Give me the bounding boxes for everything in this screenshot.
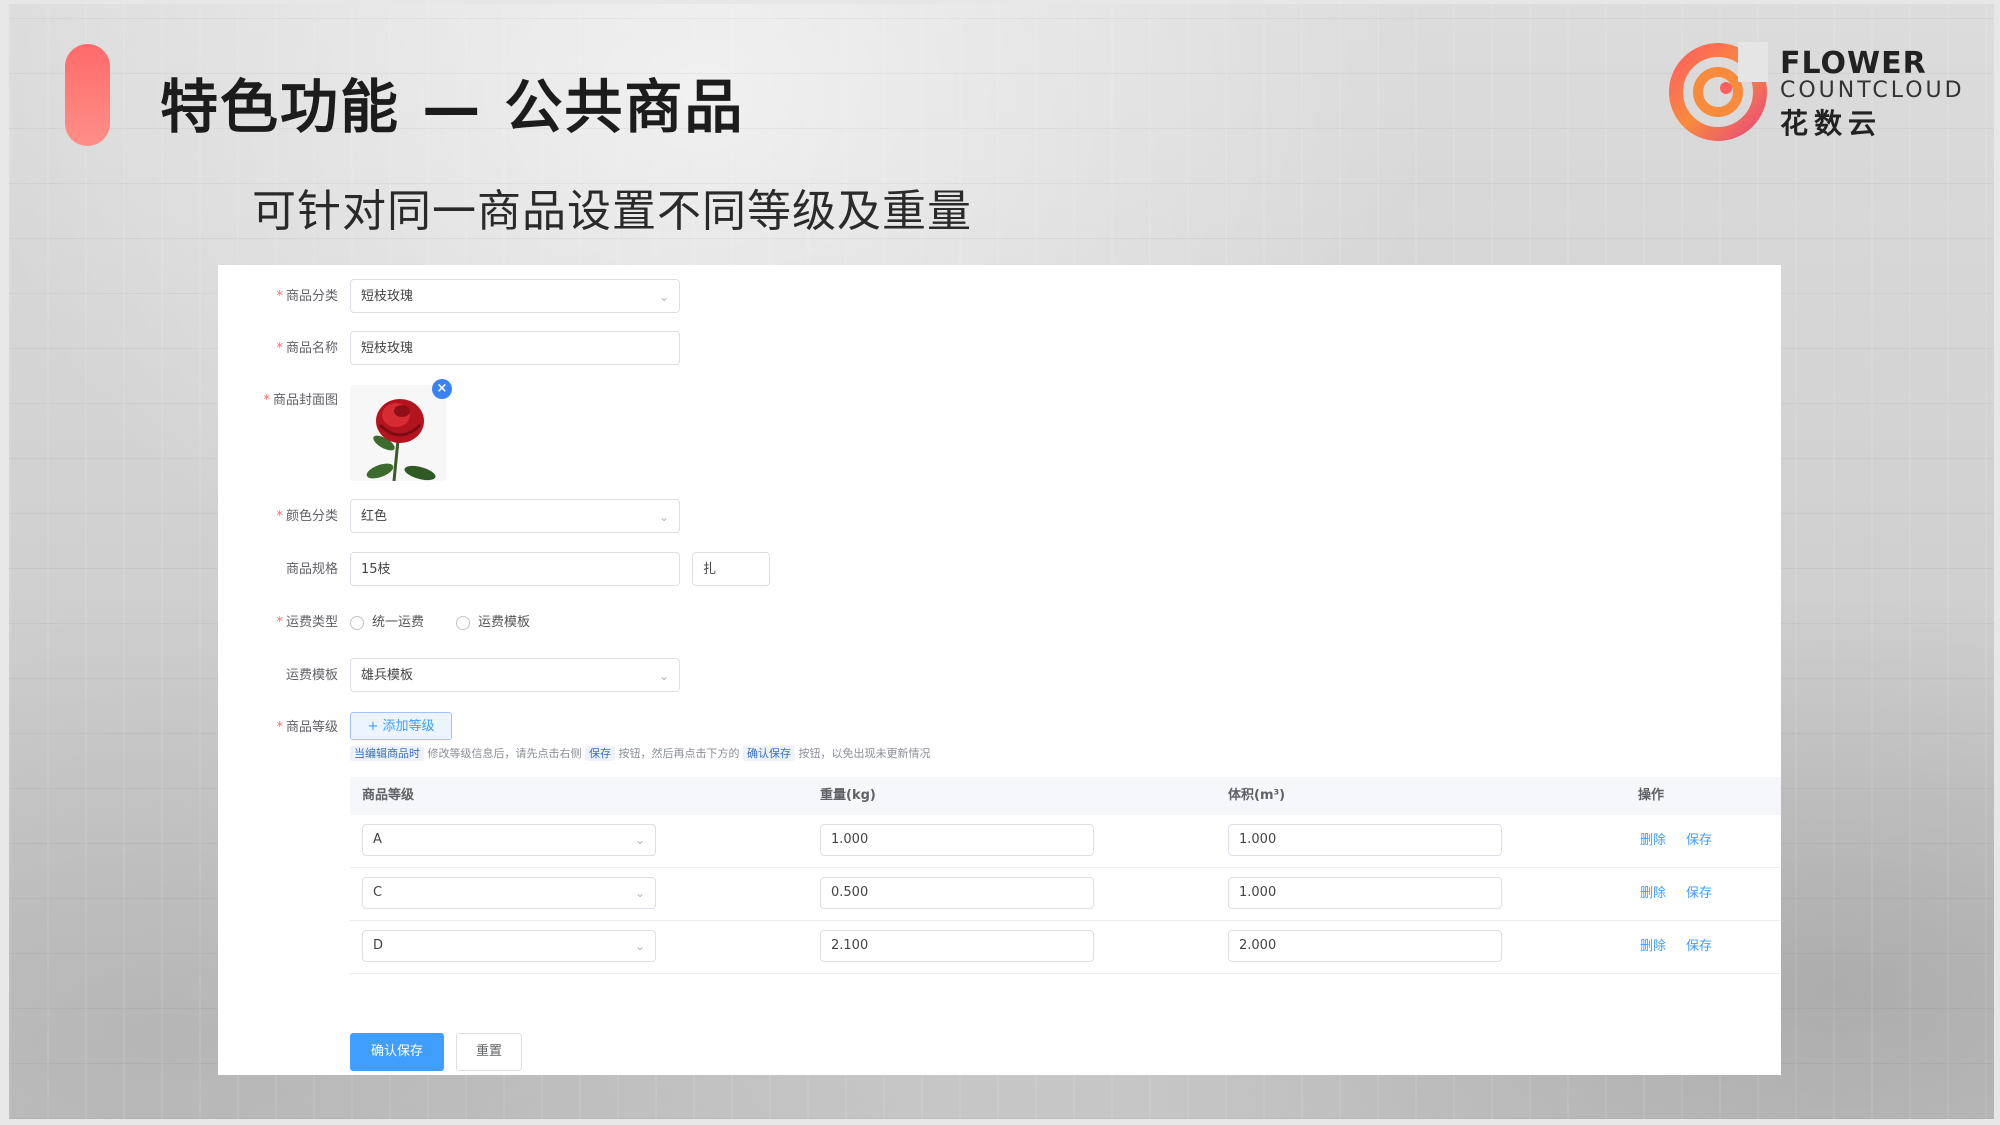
hint-text: 按钮，以免出现未更新情况: [798, 747, 931, 760]
hint-text: 修改等级信息后，请先点击右侧: [427, 747, 582, 760]
reset-button[interactable]: 重置: [456, 1033, 522, 1071]
rose-image-icon: [350, 385, 446, 481]
volume-input[interactable]: 1.000: [1228, 824, 1502, 856]
color-label: * 颜色分类: [218, 499, 338, 535]
hint-tag: 确认保存: [743, 746, 795, 761]
chevron-down-icon: ⌄: [658, 669, 669, 683]
delete-link[interactable]: 删除: [1640, 921, 1666, 973]
add-grade-button[interactable]: + 添加等级: [350, 712, 452, 740]
spec-unit-input[interactable]: 扎: [692, 552, 770, 586]
cover-label: * 商品封面图: [218, 383, 338, 419]
confirm-save-button[interactable]: 确认保存: [350, 1033, 444, 1071]
category-select-value: 短枝玫瑰: [361, 289, 414, 304]
column-header-volume: 体积(m³): [1228, 788, 1286, 803]
color-select[interactable]: 红色 ⌄: [350, 499, 680, 533]
chevron-down-icon: ⌄: [634, 886, 645, 900]
required-mark: *: [276, 289, 283, 304]
product-name-input[interactable]: 短枝玫瑰: [350, 331, 680, 365]
shipping-type-label-text: 运费类型: [285, 615, 338, 630]
color-label-text: 颜色分类: [285, 509, 338, 524]
close-icon[interactable]: ×: [432, 379, 452, 399]
cover-label-text: 商品封面图: [272, 393, 338, 408]
weight-input[interactable]: 1.000: [820, 824, 1094, 856]
required-mark: *: [276, 341, 283, 356]
grade-select-value: C: [373, 885, 383, 900]
form-row-color: * 颜色分类 红色 ⌄: [218, 499, 1781, 535]
category-select[interactable]: 短枝玫瑰 ⌄: [350, 279, 680, 313]
slide-subtitle: 可针对同一商品设置不同等级及重量: [252, 186, 972, 237]
grade-label-text: 商品等级: [285, 720, 338, 735]
cover-image[interactable]: [350, 385, 446, 481]
column-header-grade: 商品等级: [362, 788, 415, 803]
radio-uniform-label: 统一运费: [372, 615, 425, 630]
weight-input[interactable]: 0.500: [820, 877, 1094, 909]
radio-circle-icon: [350, 615, 364, 630]
save-link[interactable]: 保存: [1686, 921, 1712, 973]
table-header: 商品等级 重量(kg) 体积(m³) 操作: [350, 777, 1781, 815]
color-select-value: 红色: [361, 509, 388, 524]
form-row-shipping-type: * 运费类型 统一运费 运费模板: [218, 605, 1781, 641]
chevron-down-icon: ⌄: [634, 939, 645, 953]
chevron-down-icon: ⌄: [658, 510, 669, 524]
required-mark: *: [276, 615, 283, 630]
spec-label: 商品规格: [285, 562, 338, 577]
hint-text: 按钮，然后再点击下方的: [618, 747, 740, 760]
grade-select-value: D: [373, 938, 384, 953]
radio-circle-icon: [456, 615, 470, 630]
category-label-text: 商品分类: [285, 289, 338, 304]
grade-select-value: A: [373, 832, 382, 847]
grade-hint: 当编辑商品时 修改等级信息后，请先点击右侧 保存 按钮，然后再点击下方的 确认保…: [350, 745, 931, 761]
required-mark: *: [263, 393, 270, 408]
grade-table: 商品等级 重量(kg) 体积(m³) 操作 A ⌄ 1.000 1.000 删除…: [350, 777, 1781, 974]
delete-link[interactable]: 删除: [1640, 815, 1666, 867]
form-row-name: * 商品名称 短枝玫瑰: [218, 331, 1781, 367]
table-row: D ⌄ 2.100 2.000 删除 保存: [350, 921, 1781, 974]
column-header-weight: 重量(kg): [820, 788, 876, 803]
grade-select[interactable]: A ⌄: [362, 824, 656, 856]
save-link[interactable]: 保存: [1686, 815, 1712, 867]
name-label-text: 商品名称: [285, 341, 338, 356]
hint-tag: 保存: [585, 746, 615, 761]
radio-template-shipping[interactable]: 运费模板: [456, 605, 530, 641]
title-accent-bar: [65, 44, 110, 146]
grade-select[interactable]: C ⌄: [362, 877, 656, 909]
required-mark: *: [276, 509, 283, 524]
table-row: A ⌄ 1.000 1.000 删除 保存: [350, 815, 1781, 868]
product-form-panel: * 商品分类 短枝玫瑰 ⌄ * 商品名称 短枝玫瑰 * 商品封面图 × * 颜色…: [218, 265, 1781, 1075]
spec-input[interactable]: 15枝: [350, 552, 680, 586]
name-label: * 商品名称: [218, 331, 338, 367]
logo-text-countcloud: COUNTCLOUD: [1780, 78, 1965, 103]
brand-logo: FLOWER COUNTCLOUD 花数云: [1668, 42, 1962, 142]
radio-uniform-shipping[interactable]: 统一运费: [350, 605, 424, 641]
chevron-down-icon: ⌄: [634, 833, 645, 847]
chevron-down-icon: ⌄: [658, 290, 669, 304]
form-row-category: * 商品分类 短枝玫瑰 ⌄: [218, 279, 1781, 315]
shipping-template-label: 运费模板: [285, 668, 338, 683]
shipping-template-value: 雄兵模板: [361, 668, 414, 683]
form-row-grade: * 商品等级 + 添加等级: [218, 710, 1781, 746]
shipping-template-select[interactable]: 雄兵模板 ⌄: [350, 658, 680, 692]
form-row-spec: 商品规格 15枝 扎: [218, 552, 1781, 588]
table-row: C ⌄ 0.500 1.000 删除 保存: [350, 868, 1781, 921]
category-label: * 商品分类: [218, 279, 338, 315]
volume-input[interactable]: 1.000: [1228, 877, 1502, 909]
grade-select[interactable]: D ⌄: [362, 930, 656, 962]
delete-link[interactable]: 删除: [1640, 868, 1666, 920]
form-row-shipping-template: 运费模板 雄兵模板 ⌄: [218, 658, 1781, 694]
slide-title: 特色功能 — 公共商品: [160, 73, 745, 141]
weight-input[interactable]: 2.100: [820, 930, 1094, 962]
swirl-logo-icon: [1669, 42, 1768, 141]
logo-text-chinese: 花数云: [1780, 107, 1883, 140]
volume-input[interactable]: 2.000: [1228, 930, 1502, 962]
column-header-actions: 操作: [1638, 788, 1665, 803]
grade-label: * 商品等级: [218, 710, 338, 746]
form-row-cover: * 商品封面图: [218, 383, 1781, 419]
hint-tag: 当编辑商品时: [350, 746, 424, 761]
radio-template-label: 运费模板: [478, 615, 531, 630]
save-link[interactable]: 保存: [1686, 868, 1712, 920]
logo-text-flower: FLOWER: [1780, 46, 1927, 81]
shipping-type-label: * 运费类型: [218, 605, 338, 641]
required-mark: *: [276, 720, 283, 735]
